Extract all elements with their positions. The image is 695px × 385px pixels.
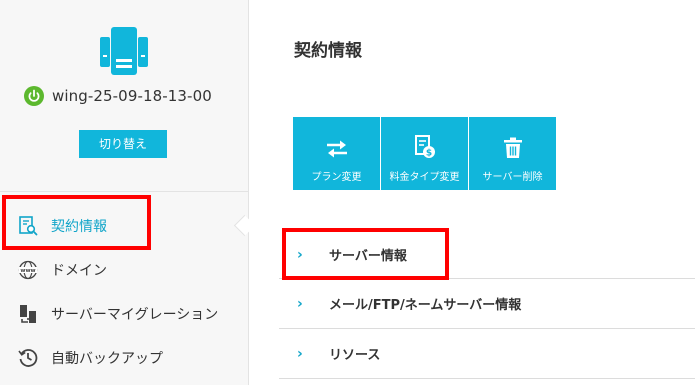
sidebar-nav: 契約情報 www ドメイン サーバーマイグレーション 自動バックアップ xyxy=(0,204,248,380)
server-name: wing-25-09-18-13-00 xyxy=(52,87,212,105)
chevron-right-icon: › xyxy=(297,345,303,362)
invoice-dollar-icon: $ xyxy=(414,135,435,159)
section-label: メール/FTP/ネームサーバー情報 xyxy=(329,298,522,313)
action-toolbar: プラン変更 $ 料金タイプ変更 サーバー削除 xyxy=(293,117,557,190)
sidebar-item-label: サーバーマイグレーション xyxy=(51,307,219,323)
contract-search-icon xyxy=(17,215,39,237)
trash-icon xyxy=(503,137,522,158)
section-mail-ftp-ns-info[interactable]: › メール/FTP/ネームサーバー情報 xyxy=(279,279,695,329)
server-card: wing-25-09-18-13-00 切り替え xyxy=(0,0,248,192)
action-label: サーバー削除 xyxy=(482,172,543,183)
section-label: サーバー情報 xyxy=(329,249,407,264)
sidebar-item-contract[interactable]: 契約情報 xyxy=(0,204,248,248)
svg-text:www: www xyxy=(20,268,35,274)
sidebar-item-label: 自動バックアップ xyxy=(51,351,163,367)
chevron-right-icon: › xyxy=(297,295,303,312)
plan-change-button[interactable]: プラン変更 xyxy=(293,117,380,190)
server-icon xyxy=(100,27,148,75)
swap-arrows-icon xyxy=(326,140,347,158)
sidebar-item-backup[interactable]: 自動バックアップ xyxy=(0,336,248,380)
section-label: リソース xyxy=(329,348,381,363)
page-title: 契約情報 xyxy=(294,41,362,61)
sidebar-item-label: 契約情報 xyxy=(51,219,107,235)
backup-clock-icon xyxy=(17,347,39,369)
action-label: プラン変更 xyxy=(311,172,362,183)
chevron-right-icon: › xyxy=(297,246,303,263)
sidebar-item-domain[interactable]: www ドメイン xyxy=(0,248,248,292)
server-status: wing-25-09-18-13-00 xyxy=(24,86,212,106)
sidebar-item-label: ドメイン xyxy=(51,263,107,279)
action-label: 料金タイプ変更 xyxy=(389,172,460,183)
power-icon xyxy=(24,86,44,106)
fee-type-change-button[interactable]: $ 料金タイプ変更 xyxy=(381,117,468,190)
sidebar-item-migration[interactable]: サーバーマイグレーション xyxy=(0,292,248,336)
section-server-info[interactable]: › サーバー情報 xyxy=(279,231,695,279)
www-globe-icon: www xyxy=(17,259,39,281)
sidebar: wing-25-09-18-13-00 切り替え 契約情報 www ドメイン サ… xyxy=(0,0,249,385)
section-resources[interactable]: › リソース xyxy=(279,329,695,379)
svg-text:$: $ xyxy=(425,149,431,159)
server-delete-button[interactable]: サーバー削除 xyxy=(469,117,556,190)
info-accordion: › サーバー情報 › メール/FTP/ネームサーバー情報 › リソース xyxy=(279,231,695,379)
switch-server-button[interactable]: 切り替え xyxy=(79,130,167,158)
migration-icon xyxy=(17,303,39,325)
